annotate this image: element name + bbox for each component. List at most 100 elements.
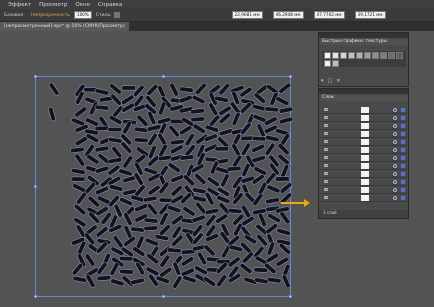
pattern-shape [111,146,123,159]
target-icon[interactable] [393,188,397,192]
target-icon[interactable] [393,156,397,160]
pattern-shape [133,137,149,143]
swatch[interactable] [324,52,331,59]
layer-row[interactable] [320,122,407,130]
visibility-icon[interactable] [324,148,328,151]
swatch[interactable] [396,52,403,59]
layer-row[interactable] [320,178,407,186]
pattern-shape [216,274,227,288]
target-icon[interactable] [393,164,397,168]
swatches-panel: Быстрые графики: текстуры ▾ □ ✕ [318,32,409,87]
pattern-shape [169,144,184,155]
pattern-shape [220,173,230,188]
swatches-footer: ▾ □ ✕ [321,78,406,84]
selection-indicator[interactable] [401,156,405,160]
selection-indicator[interactable] [401,108,405,112]
swatches-title: Быстрые графики: текстуры [319,38,408,45]
swatch[interactable] [332,52,339,59]
visibility-icon[interactable] [324,124,328,127]
pattern-shape [191,94,206,105]
new-swatch-icon[interactable]: □ [328,78,333,84]
layers-count: 1 слой [323,210,337,215]
selection-indicator[interactable] [401,140,405,144]
swatch[interactable] [388,52,395,59]
visibility-icon[interactable] [324,156,328,159]
visibility-icon[interactable] [324,116,328,119]
pattern-shape [119,269,134,275]
layer-row[interactable] [320,186,407,194]
layer-row[interactable] [320,114,407,122]
pattern-shape [215,213,229,224]
selection-indicator[interactable] [401,188,405,192]
swatch[interactable] [324,60,331,67]
layer-row[interactable] [320,194,407,202]
selection-indicator[interactable] [401,196,405,200]
target-icon[interactable] [393,140,397,144]
pattern-shape [123,212,133,226]
selection-indicator[interactable] [401,172,405,176]
pattern-shape [96,275,112,281]
target-icon[interactable] [393,116,397,120]
visibility-icon[interactable] [324,172,328,175]
swatch[interactable] [332,60,339,67]
selection-indicator[interactable] [401,180,405,184]
target-icon[interactable] [393,108,397,112]
target-icon[interactable] [393,124,397,128]
pattern-shape [72,183,86,193]
pattern-shape [172,261,182,276]
pattern-shape [147,184,161,196]
visibility-icon[interactable] [324,140,328,143]
layer-thumbnail [361,139,369,145]
swatch[interactable] [372,52,379,59]
pattern-shape [94,88,110,96]
pattern-shape [130,226,145,233]
delete-swatch-icon[interactable]: ✕ [336,78,340,84]
selection-indicator[interactable] [401,164,405,168]
visibility-icon[interactable] [324,196,328,199]
target-icon[interactable] [393,180,397,184]
pattern-shape [112,235,124,249]
selection-indicator[interactable] [401,116,405,120]
target-icon[interactable] [393,196,397,200]
pointer-arrow-icon [281,199,310,207]
swatches-menu-icon[interactable]: ▾ [321,78,324,84]
layer-row[interactable] [320,106,407,114]
swatch[interactable] [364,52,371,59]
layer-row[interactable] [320,138,407,146]
pattern-shape [256,234,268,247]
selection-indicator[interactable] [401,132,405,136]
swatch[interactable] [356,52,363,59]
layer-row[interactable] [320,170,407,178]
layer-row[interactable] [320,162,407,170]
swatch[interactable] [380,52,387,59]
visibility-icon[interactable] [324,180,328,183]
selection-indicator[interactable] [401,148,405,152]
pattern-shape [266,184,281,194]
pattern-shape [168,125,180,138]
visibility-icon[interactable] [324,108,328,111]
swatch[interactable] [340,52,347,59]
visibility-icon[interactable] [324,164,328,167]
target-icon[interactable] [393,132,397,136]
selection-indicator[interactable] [401,124,405,128]
layer-row[interactable] [320,154,407,162]
pattern-shape [251,143,266,153]
target-icon[interactable] [393,148,397,152]
pattern-shape [143,217,159,224]
pattern-shape [170,174,185,183]
swatch[interactable] [348,52,355,59]
pattern-shape [108,184,124,192]
layer-thumbnail [361,155,369,161]
visibility-icon[interactable] [324,188,328,191]
pattern-shape [133,126,149,133]
visibility-icon[interactable] [324,132,328,135]
pattern-shape [107,126,123,133]
pattern-shape [122,155,134,169]
layer-row[interactable] [320,130,407,138]
pattern-shape [195,82,207,95]
target-icon[interactable] [393,172,397,176]
layer-row[interactable] [320,146,407,154]
pattern-shape [172,275,183,289]
pattern-shape [192,123,206,134]
pattern-shape [251,136,267,142]
